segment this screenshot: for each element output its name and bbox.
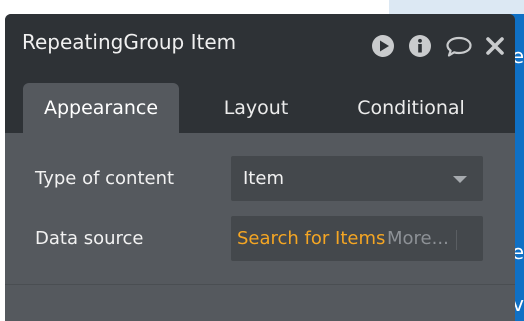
property-editor-panel: RepeatingGroup Item Appearance Layout Co… xyxy=(5,14,515,321)
comment-icon[interactable] xyxy=(445,34,473,58)
panel-header[interactable]: RepeatingGroup Item xyxy=(5,14,515,73)
tab-layout[interactable]: Layout xyxy=(201,83,311,133)
data-source-expression[interactable]: Search for Items xyxy=(237,228,385,249)
data-source-field[interactable]: Search for Items More... xyxy=(231,216,483,261)
chevron-down-icon xyxy=(453,176,467,183)
panel-title: RepeatingGroup Item xyxy=(22,30,237,54)
data-source-label: Data source xyxy=(35,228,144,249)
info-icon[interactable] xyxy=(408,34,432,58)
play-icon[interactable] xyxy=(371,34,395,58)
tab-appearance[interactable]: Appearance xyxy=(23,83,179,133)
background-window-top xyxy=(389,0,524,14)
type-of-content-value: Item xyxy=(243,168,284,189)
more-dropdown[interactable]: More... xyxy=(387,228,449,249)
close-icon[interactable] xyxy=(483,34,507,58)
tab-bar: Appearance Layout Conditional xyxy=(5,73,515,133)
type-of-content-label: Type of content xyxy=(35,168,175,189)
field-separator xyxy=(456,230,457,250)
tab-conditional[interactable]: Conditional xyxy=(341,83,481,133)
type-of-content-dropdown[interactable]: Item xyxy=(231,156,483,201)
section-divider xyxy=(5,284,515,285)
